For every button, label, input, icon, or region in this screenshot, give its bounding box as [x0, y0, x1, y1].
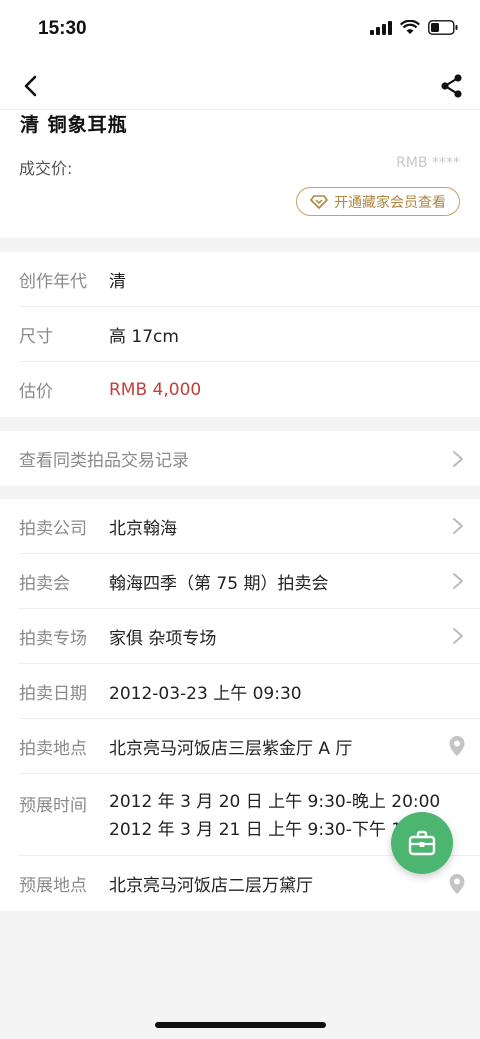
auction-session-row[interactable]: 拍卖会 翰海四季（第 75 期）拍卖会: [19, 554, 480, 609]
row-label: 预展地点: [19, 876, 87, 896]
auction-venue-row[interactable]: 拍卖地点 北京亮马河饭店三层紫金厅 A 厅: [19, 719, 480, 774]
briefcase-icon: [408, 830, 436, 856]
auction-company-row[interactable]: 拍卖公司 北京翰海: [19, 499, 480, 554]
detail-row-estimate: 估价 RMB 4,000: [19, 362, 480, 417]
open-member-label: 开通藏家会员查看: [334, 194, 446, 211]
location-pin-icon[interactable]: [448, 735, 466, 757]
details-card: 创作年代 清 尺寸 高 17cm 估价 RMB 4,000: [0, 252, 480, 417]
open-member-button[interactable]: 开通藏家会员查看: [296, 187, 460, 216]
nav-bar: [0, 62, 480, 110]
cellular-signal-icon: [370, 20, 392, 35]
detail-value: 高 17cm: [109, 326, 179, 347]
detail-value: 清: [109, 271, 126, 292]
row-label: 拍卖公司: [19, 518, 87, 539]
price-masked: RMB ****: [396, 155, 460, 171]
chevron-right-icon: [453, 573, 463, 589]
preview-time-line: 2012 年 3 月 20 日 上午 9:30-晚上 20:00: [109, 792, 441, 812]
chevron-right-icon: [453, 518, 463, 534]
status-icons: [370, 20, 458, 35]
share-icon[interactable]: [438, 72, 466, 100]
lot-header-card: 清 铜象耳瓶 成交价: RMB **** 开通藏家会员查看: [0, 110, 480, 238]
row-value: 家俱 杂项专场: [109, 628, 217, 649]
row-label: 拍卖日期: [19, 683, 87, 704]
home-indicator: [155, 1022, 326, 1028]
auction-date-row: 拍卖日期 2012-03-23 上午 09:30: [19, 664, 480, 719]
row-label: 预展时间: [19, 796, 87, 816]
row-label: 拍卖专场: [19, 628, 87, 649]
preview-time-value: 2012 年 3 月 20 日 上午 9:30-晚上 20:00 2012 年 …: [109, 788, 440, 844]
auction-special-row[interactable]: 拍卖专场 家俱 杂项专场: [19, 609, 480, 664]
chevron-right-icon: [453, 628, 463, 644]
detail-row-era: 创作年代 清: [19, 252, 480, 307]
similar-records-label: 查看同类拍品交易记录: [19, 451, 189, 471]
detail-label: 创作年代: [19, 271, 87, 292]
detail-row-size: 尺寸 高 17cm: [19, 307, 480, 362]
row-value: 北京亮马河饭店二层万黛厅: [109, 876, 313, 896]
diamond-icon: [310, 194, 328, 209]
row-value: 北京亮马河饭店三层紫金厅 A 厅: [109, 738, 353, 759]
lot-title: 清 铜象耳瓶: [20, 114, 128, 136]
row-value: 2012-03-23 上午 09:30: [109, 683, 302, 704]
status-time: 15:30: [38, 18, 87, 39]
row-label: 拍卖会: [19, 573, 70, 594]
similar-records-link[interactable]: 查看同类拍品交易记录: [0, 431, 480, 486]
chevron-right-icon: [453, 450, 463, 467]
back-icon[interactable]: [18, 72, 46, 100]
estimate-value: RMB 4,000: [109, 379, 202, 400]
row-value: 翰海四季（第 75 期）拍卖会: [109, 573, 329, 594]
status-bar: 15:30: [0, 0, 480, 62]
briefcase-fab-button[interactable]: [391, 812, 453, 874]
battery-icon: [428, 20, 458, 35]
detail-label: 尺寸: [19, 326, 53, 347]
location-pin-icon[interactable]: [448, 873, 466, 895]
price-label: 成交价:: [19, 159, 73, 178]
detail-label: 估价: [19, 382, 53, 402]
wifi-icon: [400, 20, 420, 34]
row-label: 拍卖地点: [19, 738, 87, 759]
row-value: 北京翰海: [109, 518, 177, 539]
